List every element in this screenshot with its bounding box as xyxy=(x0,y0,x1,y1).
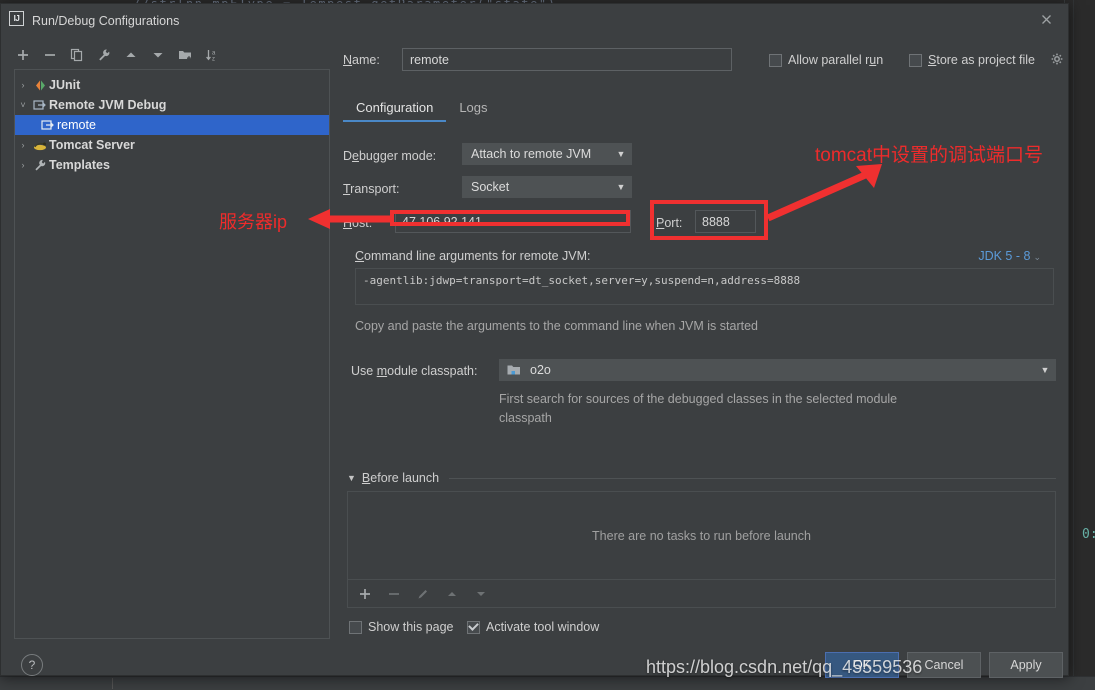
show-this-page-label: Show this page xyxy=(368,620,454,634)
command-line-arguments-label: Command line arguments for remote JVM: xyxy=(355,249,591,263)
activate-tool-window-label: Activate tool window xyxy=(486,620,600,634)
intellij-logo-icon: IJ xyxy=(9,11,24,26)
checkbox-box[interactable] xyxy=(349,620,362,634)
module-icon xyxy=(507,364,521,376)
minus-icon[interactable] xyxy=(385,585,403,603)
arrow-up-icon[interactable] xyxy=(122,46,140,64)
tab-configuration[interactable]: Configuration xyxy=(343,100,447,122)
before-launch-empty-text: There are no tasks to run before launch xyxy=(592,528,811,543)
wrench-icon xyxy=(31,157,49,173)
dialog-titlebar: IJ Run/Debug Configurations xyxy=(1,4,1068,33)
tree-item-tomcat-server[interactable]: › Tomcat Server xyxy=(15,135,329,155)
before-launch-tasks-list[interactable]: There are no tasks to run before launch xyxy=(347,491,1056,580)
annotation-host-note: 服务器ip xyxy=(219,212,288,232)
chevron-right-icon[interactable]: › xyxy=(15,160,31,170)
activate-tool-window-checkbox[interactable]: Activate tool window xyxy=(467,620,599,634)
show-this-page-checkbox[interactable]: Show this page xyxy=(349,620,453,634)
copy-icon[interactable] xyxy=(68,46,86,64)
plus-icon[interactable] xyxy=(14,46,32,64)
store-as-project-file-checkbox[interactable]: Store as project file xyxy=(909,53,1035,67)
tree-item-label: remote xyxy=(57,118,96,132)
junit-icon xyxy=(31,77,49,93)
name-label: Name: xyxy=(343,53,380,67)
tree-item-remote-jvm-debug[interactable]: ˅ Remote JVM Debug xyxy=(15,95,329,115)
module-classpath-label: Use module classpath: xyxy=(351,364,478,378)
dialog-title: Run/Debug Configurations xyxy=(32,14,180,28)
debugger-mode-value: Attach to remote JVM xyxy=(471,147,592,161)
tree-item-label: Templates xyxy=(49,158,110,172)
annotation-host-arrow xyxy=(308,209,392,229)
pencil-icon[interactable] xyxy=(414,585,432,603)
name-input[interactable] xyxy=(402,48,732,71)
arrow-down-icon[interactable] xyxy=(472,585,490,603)
close-icon[interactable] xyxy=(1039,12,1054,27)
chevron-right-icon[interactable]: › xyxy=(15,140,31,150)
ide-status-bar xyxy=(0,676,1095,690)
transport-label: Transport: xyxy=(343,182,400,196)
debugger-mode-select[interactable]: Attach to remote JVM ▼ xyxy=(462,143,632,165)
watermark-text: https://blog.csdn.net/qq_45559536 xyxy=(646,657,923,677)
annotation-host-highlight xyxy=(390,210,630,226)
module-classpath-hint: First search for sources of the debugged… xyxy=(499,392,898,425)
svg-text:z: z xyxy=(212,57,215,63)
allow-parallel-run-checkbox[interactable]: Allow parallel run xyxy=(769,53,883,67)
chevron-down-icon[interactable]: ⌄ xyxy=(1033,252,1041,262)
configurations-tree[interactable]: › JUnit ˅ Remote JVM Debug remote › Tomc… xyxy=(14,69,330,639)
store-as-project-file-label: Store as project file xyxy=(928,53,1036,67)
tomcat-icon xyxy=(31,137,49,153)
chevron-down-icon[interactable]: ▼ xyxy=(1034,365,1056,375)
tree-item-label: Remote JVM Debug xyxy=(49,98,167,112)
annotation-port-arrow xyxy=(766,164,882,222)
allow-parallel-run-label: Allow parallel run xyxy=(788,53,884,67)
remote-debug-icon xyxy=(39,117,57,133)
folder-add-icon[interactable] xyxy=(176,46,194,64)
chevron-down-icon[interactable]: ˅ xyxy=(15,100,31,110)
jdk-version-label: JDK 5 - 8 xyxy=(978,249,1031,263)
before-launch-toolbar xyxy=(347,580,1056,608)
transport-select[interactable]: Socket ▼ xyxy=(462,176,632,198)
gear-icon[interactable] xyxy=(1051,53,1064,66)
debugger-mode-label: Debugger mode: xyxy=(343,149,437,163)
configurations-toolbar: az xyxy=(14,42,324,68)
sort-az-icon[interactable]: az xyxy=(203,46,221,64)
tree-item-label: JUnit xyxy=(49,78,81,92)
remote-debug-icon xyxy=(31,97,49,113)
run-debug-configurations-dialog: IJ Run/Debug Configurations az › JUnit ˅… xyxy=(0,3,1069,678)
plus-icon[interactable] xyxy=(356,585,374,603)
transport-value: Socket xyxy=(471,180,510,194)
checkbox-box[interactable] xyxy=(909,53,922,67)
ide-status-bar-divider xyxy=(112,678,113,689)
tree-item-junit[interactable]: › JUnit xyxy=(15,75,329,95)
command-line-hint: Copy and paste the arguments to the comm… xyxy=(355,319,758,333)
chevron-down-icon[interactable]: ▼ xyxy=(610,182,632,192)
chevron-right-icon[interactable]: › xyxy=(15,80,31,90)
tree-item-remote[interactable]: remote xyxy=(15,115,329,135)
wrench-icon[interactable] xyxy=(95,46,113,64)
before-launch-label: Before launch xyxy=(361,471,440,485)
command-line-arguments-value[interactable]: -agentlib:jdwp=transport=dt_socket,serve… xyxy=(355,268,1054,305)
arrow-down-icon[interactable] xyxy=(149,46,167,64)
annotation-port-highlight xyxy=(650,200,768,240)
module-classpath-select[interactable]: o2o ▼ xyxy=(499,359,1056,381)
arrow-up-icon[interactable] xyxy=(443,585,461,603)
tab-logs[interactable]: Logs xyxy=(446,100,500,122)
minus-icon[interactable] xyxy=(41,46,59,64)
help-button[interactable]: ? xyxy=(21,654,43,676)
settings-tabs: Configuration Logs xyxy=(343,100,501,122)
background-code-fragment: 0: xyxy=(1082,527,1095,542)
section-divider xyxy=(449,477,1056,479)
jdk-version-selector[interactable]: JDK 5 - 8 ⌄ xyxy=(978,249,1041,263)
checkbox-box[interactable] xyxy=(467,620,480,634)
chevron-down-icon[interactable]: ▼ xyxy=(347,473,356,483)
tree-item-label: Tomcat Server xyxy=(49,138,135,152)
tree-item-templates[interactable]: › Templates xyxy=(15,155,329,175)
editor-gutter-divider-secondary xyxy=(1073,0,1074,689)
checkbox-box[interactable] xyxy=(769,53,782,67)
before-launch-header: ▼ Before launch xyxy=(347,471,1056,485)
chevron-down-icon[interactable]: ▼ xyxy=(610,149,632,159)
apply-button[interactable]: Apply xyxy=(989,652,1063,678)
module-classpath-value: o2o xyxy=(530,363,551,377)
